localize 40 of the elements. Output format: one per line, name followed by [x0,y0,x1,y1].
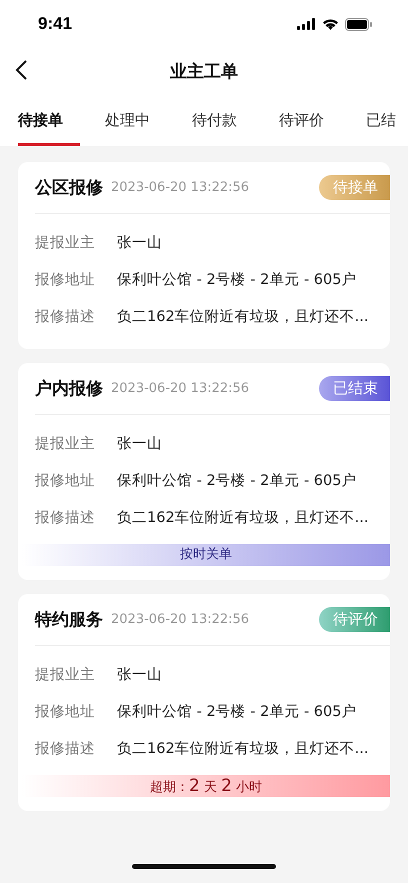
field-label: 报修描述 [35,740,96,758]
order-card[interactable]: 公区报修 2023-06-20 13:22:56 待接单 提报业主 张一山 报修地址 保利叶公馆 - 2号楼 - 2单元 - 605户 报修描述 负二162车位附近有垃圾，且灯还不... [18,162,390,349]
status-badge: 已结束 [319,376,390,401]
status-badge: 待评价 [319,607,390,632]
field-label: 提报业主 [35,434,96,453]
wifi-icon [322,18,339,30]
field-value: 负二162车位附近有垃圾，且灯还不... [117,308,369,326]
field-value: 保利叶公馆 - 2号楼 - 2单元 - 605户 [117,472,356,490]
field-value: 保利叶公馆 - 2号楼 - 2单元 - 605户 [117,271,356,289]
field-value: 张一山 [117,666,162,684]
field-label: 提报业主 [35,234,96,252]
field-value: 张一山 [117,435,162,453]
page-title: 业主工单 [170,60,238,82]
status-time: 9:41 [38,14,72,34]
status-tab[interactable]: 待付款 [192,94,279,146]
status-badge: 待接单 [319,175,390,200]
order-type: 特约服务 [35,609,103,631]
signal-icon [297,18,316,30]
field-label: 报修描述 [35,308,96,326]
order-type: 户内报修 [35,378,103,400]
order-time: 2023-06-20 13:22:56 [111,612,250,627]
status-tab[interactable]: 待评价 [279,94,366,146]
field-label: 报修描述 [35,509,96,527]
order-card[interactable]: 特约服务 2023-06-20 13:22:56 待评价 提报业主 张一山 报修地址 保利叶公馆 - 2号楼 - 2单元 - 605户 报修描述 负二162车位附近有垃圾，且灯还不... 超期：2 天 2 小时 [18,594,390,811]
field-label: 提报业主 [35,666,96,684]
battery-icon [345,18,372,30]
field-value: 张一山 [117,234,162,252]
order-time: 2023-06-20 13:22:56 [111,180,250,195]
field-label: 报修地址 [35,271,96,289]
order-type: 公区报修 [35,177,103,199]
field-label: 报修地址 [35,472,96,490]
order-time: 2023-06-20 13:22:56 [111,381,250,396]
order-card[interactable]: 户内报修 2023-06-20 13:22:56 已结束 提报业主 张一山 报修地址 保利叶公馆 - 2号楼 - 2单元 - 605户 报修描述 负二162车位附近有垃圾，且灯还不... 按时关单 [18,363,390,580]
field-label: 报修地址 [35,703,96,721]
field-value: 负二162车位附近有垃圾，且灯还不... [117,509,369,527]
status-tab[interactable]: 处理中 [105,94,192,146]
field-value: 负二162车位附近有垃圾，且灯还不... [117,740,369,758]
status-tab[interactable]: 待接单 [18,94,105,146]
back-icon [14,59,28,81]
field-value: 保利叶公馆 - 2号楼 - 2单元 - 605户 [117,703,356,721]
